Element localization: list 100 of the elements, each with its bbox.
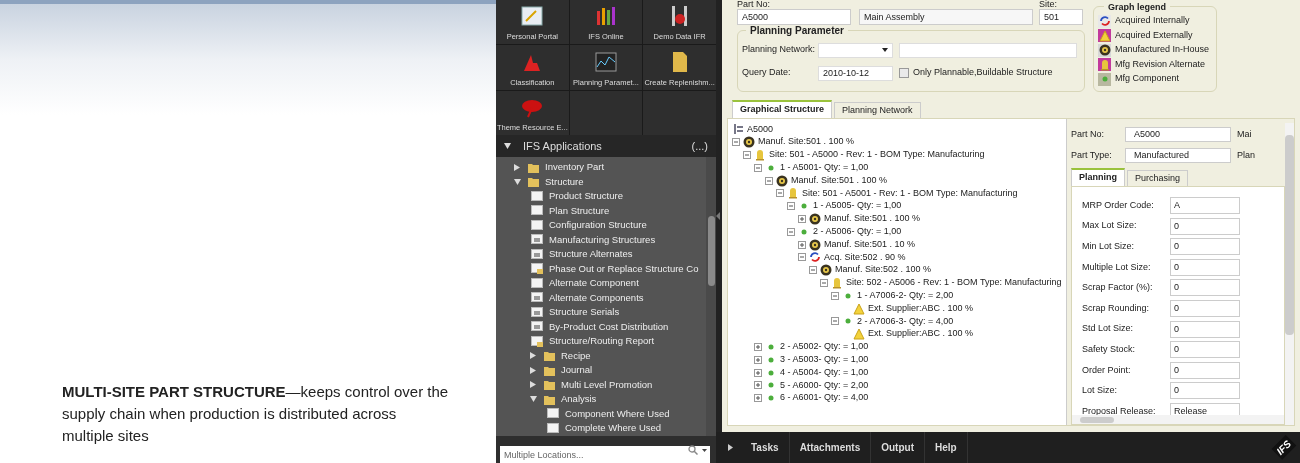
vertical-scrollbar[interactable] <box>706 157 716 436</box>
planning-network-field[interactable] <box>899 42 1077 58</box>
tree-node-label[interactable]: 4 - A5004- Qty: = 1,00 <box>780 365 869 380</box>
tree-node-label[interactable]: 1 - A5005- Qty: = 1,00 <box>813 199 902 213</box>
input-field[interactable]: 0 <box>1170 279 1240 297</box>
navigator-item[interactable]: Structure <box>545 174 584 189</box>
navigator-item[interactable]: Alternate Component <box>549 276 639 291</box>
description-field[interactable]: Main Assembly <box>859 9 1033 25</box>
tab[interactable]: Planning <box>1071 168 1125 186</box>
navigator-item[interactable]: Component Where Used <box>565 406 670 421</box>
bottom-bar-button[interactable]: Help <box>924 432 968 463</box>
navigator-header[interactable]: IFS Applications (...) <box>496 135 716 157</box>
tree-node-label[interactable]: Manuf. Site:501 . 100 % <box>824 212 921 226</box>
navigator-item[interactable]: Journal <box>561 363 593 378</box>
tab[interactable]: Planning Network <box>834 102 921 118</box>
expanded-triangle-icon[interactable] <box>514 178 521 185</box>
bottom-bar-button[interactable]: Attachments <box>789 432 872 463</box>
tree-node-label[interactable]: Manuf. Site:501 . 100 % <box>791 173 888 188</box>
navigator-item[interactable]: Complete Where Used <box>565 421 662 436</box>
part-type-field[interactable]: Manufactured <box>1125 148 1231 163</box>
tree-node-label[interactable]: Site: 502 - A5006 - Rev: 1 - BOM Type: Manufacturing <box>846 276 1062 290</box>
more-link[interactable]: (...) <box>691 137 708 155</box>
navigator-item[interactable]: Phase Out or Replace Structure Co <box>549 261 699 276</box>
bottom-bar-button[interactable]: Output <box>871 432 925 463</box>
navigator-item[interactable]: Structure/Routing Report <box>549 334 655 349</box>
tree-node-label[interactable]: 1 - A5001- Qty: = 1,00 <box>780 161 869 175</box>
collapse-box-icon[interactable] <box>765 176 773 185</box>
checkbox[interactable] <box>899 68 909 78</box>
input-field[interactable]: 0 <box>1170 341 1240 359</box>
input-field[interactable]: A <box>1170 197 1240 214</box>
input-field[interactable]: 0 <box>1170 238 1240 256</box>
collapse-box-icon[interactable] <box>787 202 795 211</box>
search-field[interactable]: Multiple Locations... <box>500 445 710 463</box>
tab[interactable]: Graphical Structure <box>732 100 833 118</box>
expand-box-icon[interactable] <box>754 355 762 364</box>
expand-box-icon[interactable] <box>754 394 762 403</box>
expand-box-icon[interactable] <box>798 240 806 249</box>
query-date-field[interactable]: 2010-10-12 <box>818 65 893 81</box>
tree-node-label[interactable]: 1 - A7006-2- Qty: = 2,00 <box>857 289 954 303</box>
collapse-box-icon[interactable] <box>776 189 784 198</box>
navigator-item[interactable]: Configuration Structure <box>549 218 647 233</box>
tree-node-label[interactable]: Ext. Supplier:ABC . 100 % <box>868 301 974 316</box>
input-field[interactable]: 0 <box>1170 258 1240 276</box>
tree-node-label[interactable]: 5 - A6000- Qty: = 2,00 <box>780 378 869 393</box>
input-field[interactable]: 0 <box>1170 299 1240 317</box>
expand-box-icon[interactable] <box>798 214 806 223</box>
part-no-field[interactable]: A5000 <box>1125 127 1231 142</box>
site-field[interactable]: 501 <box>1039 9 1083 25</box>
tree-node-label[interactable]: Manuf. Site:502 . 100 % <box>835 263 932 277</box>
navigator-item[interactable]: Structure Serials <box>549 305 620 320</box>
tree-node-label[interactable]: Site: 501 - A5001 - Rev: 1 - BOM Type: Manufacturing <box>802 186 1018 201</box>
input-field[interactable]: Release <box>1170 402 1240 415</box>
navigator-item[interactable]: Structure Alternates <box>549 247 633 262</box>
tree-node-label[interactable]: 6 - A6001- Qty: = 4,00 <box>780 391 869 405</box>
collapse-box-icon[interactable] <box>809 266 817 275</box>
navigator-item[interactable]: Manufacturing Structures <box>549 232 656 247</box>
collapsed-triangle-icon[interactable] <box>530 381 536 389</box>
collapsed-triangle-icon[interactable] <box>530 366 536 374</box>
input-field[interactable]: 0 <box>1170 217 1240 235</box>
navigator-item[interactable]: Alternate Components <box>549 290 644 305</box>
collapse-box-icon[interactable] <box>732 138 740 147</box>
navigator-item[interactable]: Inventory Part <box>545 160 605 175</box>
tree-node-label[interactable]: Acq. Site:502 . 90 % <box>824 250 906 265</box>
navigator-item[interactable]: Recipe <box>561 348 591 363</box>
navigator-item[interactable]: Plan Structure <box>549 203 610 218</box>
collapse-box-icon[interactable] <box>754 163 762 172</box>
collapse-box-icon[interactable] <box>820 278 828 287</box>
collapse-box-icon[interactable] <box>787 227 795 236</box>
expand-box-icon[interactable] <box>754 368 762 377</box>
tree-node-label[interactable]: 2 - A7006-3- Qty: = 4,00 <box>857 314 954 329</box>
checkbox-label[interactable]: Only Plannable,Buildable Structure <box>913 66 1053 80</box>
expand-box-icon[interactable] <box>754 342 762 351</box>
navigator-item[interactable]: By-Product Cost Distribution <box>549 319 669 334</box>
expand-triangle-icon[interactable] <box>728 444 733 451</box>
expand-box-icon[interactable] <box>754 381 762 390</box>
collapse-box-icon[interactable] <box>831 317 839 326</box>
navigator-item[interactable]: Product Structure <box>549 189 623 204</box>
bottom-bar-button[interactable]: Tasks <box>741 432 790 463</box>
tree-node-label[interactable]: 3 - A5003- Qty: = 1,00 <box>780 353 869 367</box>
collapse-box-icon[interactable] <box>798 253 806 262</box>
expanded-triangle-icon[interactable] <box>530 396 537 403</box>
tree-node-label[interactable]: Manuf. Site:501 . 100 % <box>758 135 855 149</box>
input-field[interactable]: 0 <box>1170 320 1240 338</box>
horizontal-scrollbar[interactable] <box>1072 415 1284 424</box>
tree-node-label[interactable]: A5000 <box>747 122 774 137</box>
tree-node-label[interactable]: Ext. Supplier:ABC . 100 % <box>868 327 974 341</box>
tab[interactable]: Purchasing <box>1127 170 1189 186</box>
tree-node-label[interactable]: 2 - A5002- Qty: = 1,00 <box>780 340 869 354</box>
input-field[interactable]: 0 <box>1170 361 1240 379</box>
collapsed-triangle-icon[interactable] <box>530 352 536 360</box>
collapse-box-icon[interactable] <box>831 291 839 300</box>
navigator-item[interactable]: Multi Level Promotion <box>561 377 653 392</box>
collapsed-triangle-icon[interactable] <box>514 163 520 171</box>
input-field[interactable]: 0 <box>1170 382 1240 400</box>
navigator-item[interactable]: Analysis <box>561 392 597 407</box>
tree-node-label[interactable]: 2 - A5006- Qty: = 1,00 <box>813 225 902 239</box>
part-no-field[interactable]: A5000 <box>737 9 851 25</box>
tree-node-label[interactable]: Site: 501 - A5000 - Rev: 1 - BOM Type: Manufacturing <box>769 148 985 162</box>
vertical-scrollbar[interactable] <box>1285 123 1294 425</box>
collapse-box-icon[interactable] <box>743 151 751 159</box>
